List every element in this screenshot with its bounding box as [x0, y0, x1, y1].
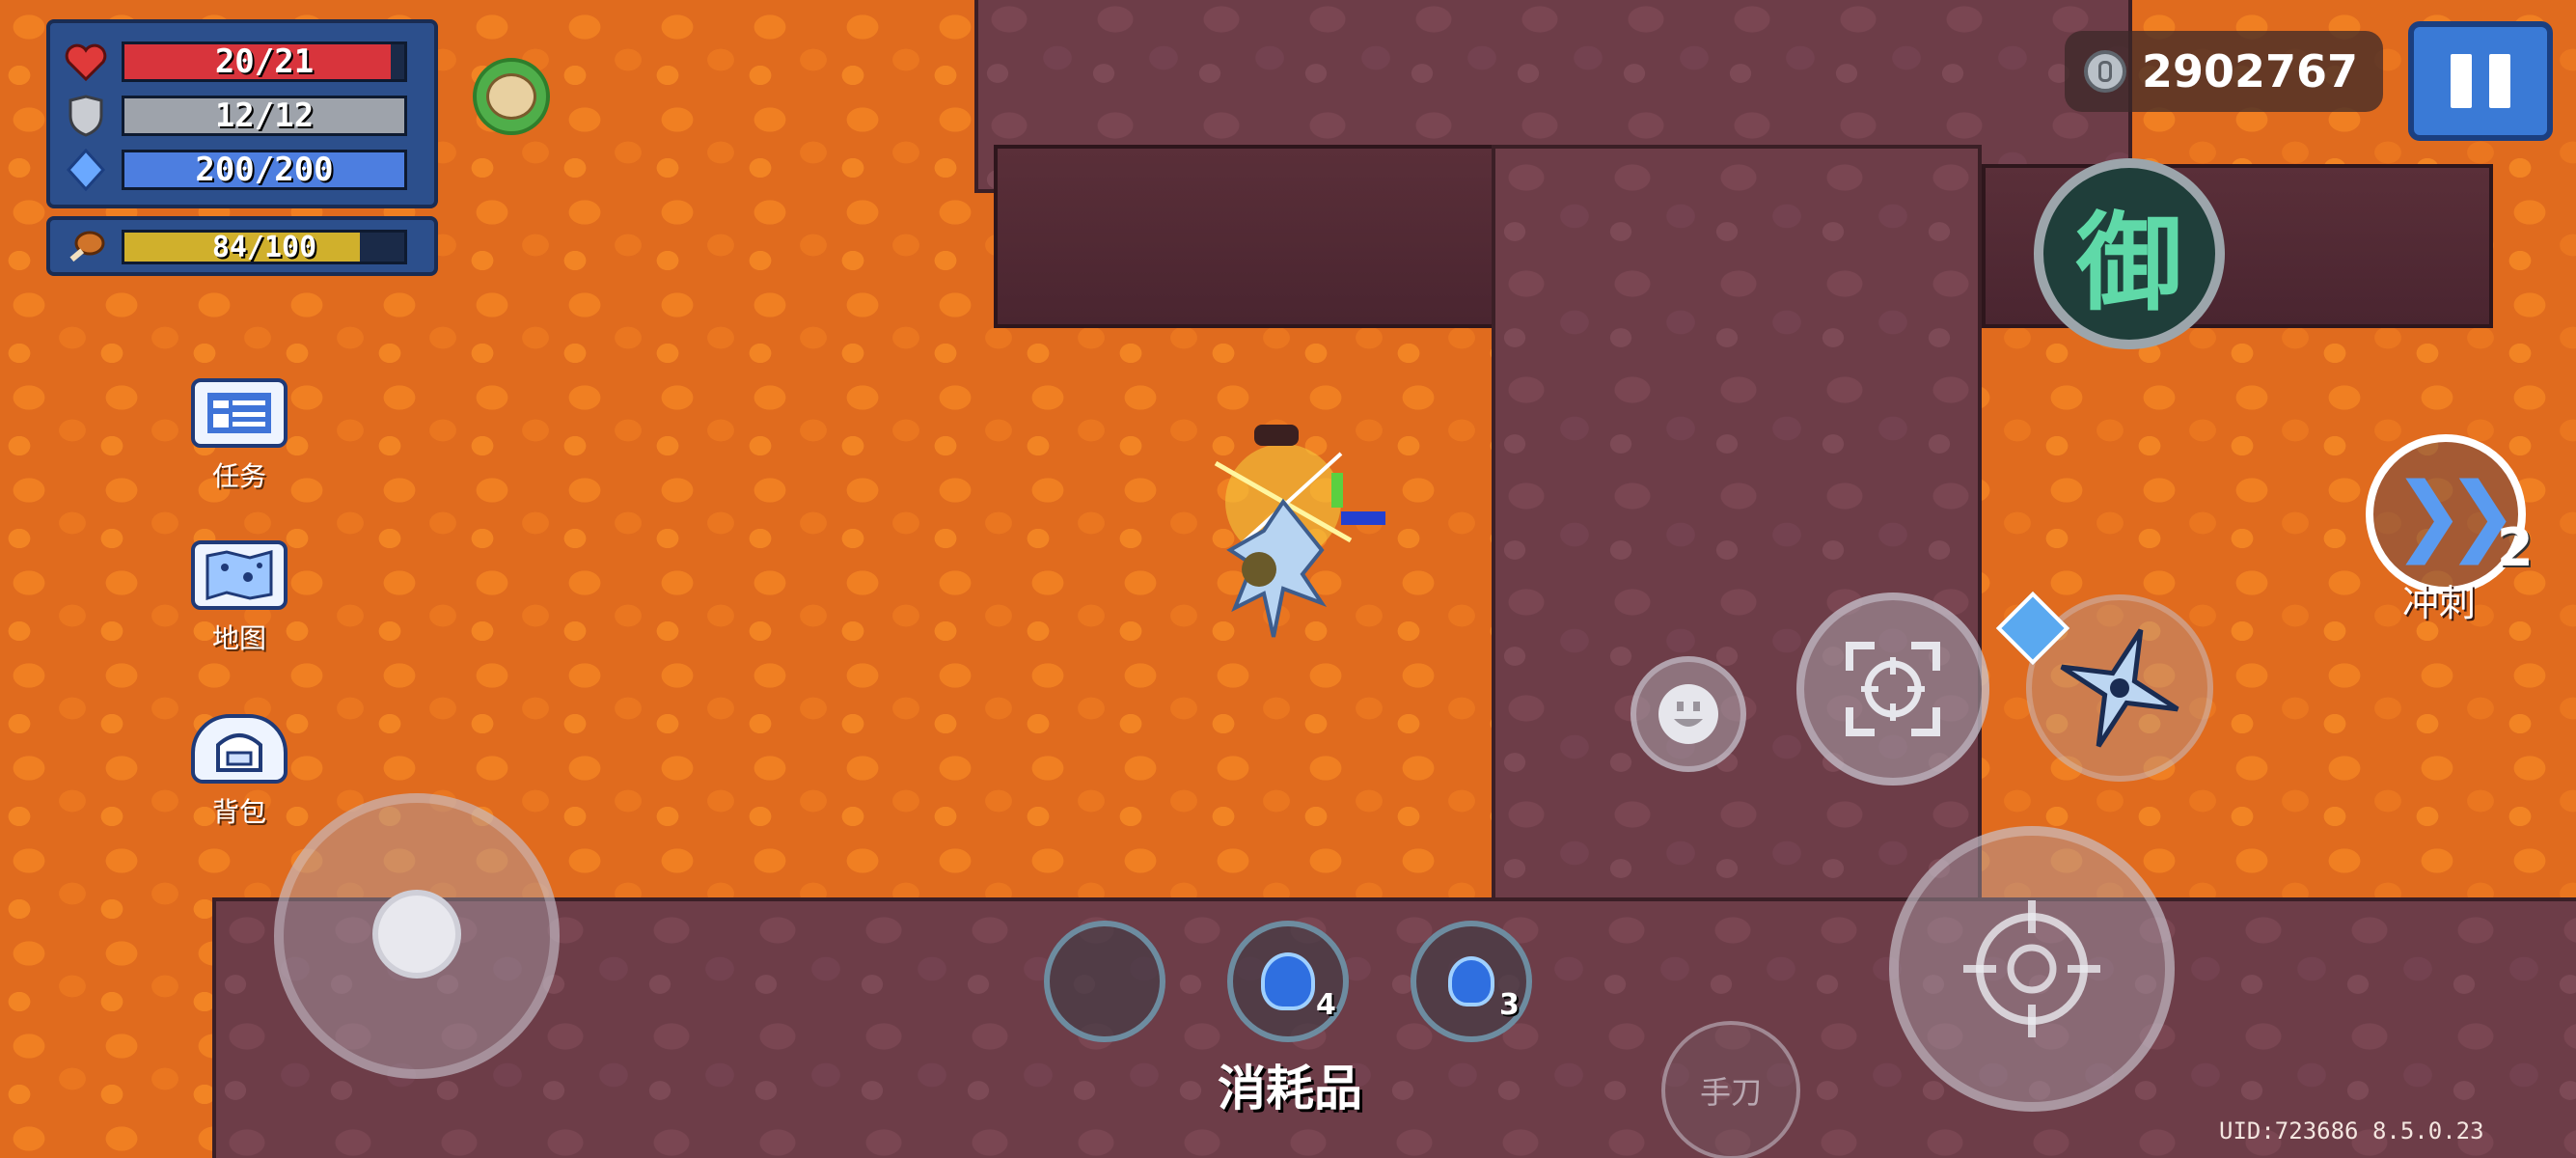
hunger-text: 84/100: [211, 230, 317, 264]
blue-potion-icon: [1261, 952, 1315, 1010]
hp-row: 20/21: [64, 35, 421, 89]
backpack-button[interactable]: 背包: [181, 714, 297, 830]
target-lock-button[interactable]: [1796, 593, 1989, 786]
armor-bar: 12/12: [122, 96, 407, 136]
hunger-row: 84/100: [64, 230, 421, 264]
backpack-label: 背包: [211, 796, 266, 828]
uid-version-text: UID:723686 8.5.0.23: [2219, 1117, 2484, 1144]
heart-icon: [64, 40, 108, 84]
blue-potion-icon: [1448, 956, 1494, 1006]
energy-text: 200/200: [195, 151, 334, 189]
backpack-icon: [191, 714, 288, 784]
explorer-hat-buff-icon: [473, 58, 550, 135]
quest-button[interactable]: 任务: [181, 378, 297, 494]
player-character: [1214, 425, 1385, 638]
dash-charge-count: 2: [2497, 517, 2534, 578]
armor-row: 12/12: [64, 89, 421, 143]
shuriken-weapon-icon: [2060, 628, 2179, 748]
skill-button[interactable]: 御: [2034, 158, 2225, 349]
consumable-slot-2[interactable]: [1227, 921, 1349, 1042]
hp-text: 20/21: [214, 42, 315, 81]
consumable-count-2: 4: [1316, 988, 1336, 1022]
skill-glyph: 御: [2076, 201, 2182, 325]
crosshair-bracket-icon: [1846, 642, 1940, 736]
quest-board-icon: [191, 378, 288, 448]
attack-button[interactable]: [1889, 826, 2175, 1112]
melee-button[interactable]: 手刀: [1661, 1021, 1800, 1158]
currency-display: 2902767: [2065, 31, 2383, 112]
rock-vertical-corridor: [1492, 145, 1982, 917]
joystick-knob[interactable]: [372, 890, 461, 979]
consumable-count-3: 3: [1499, 988, 1520, 1022]
crosshair-icon: [1963, 900, 2100, 1037]
map-icon: [191, 540, 288, 610]
energy-crystal-icon: [64, 148, 108, 192]
double-chevron-icon: ❯❯: [2392, 463, 2519, 565]
smiley-icon: [1658, 684, 1718, 744]
hunger-panel: 84/100: [46, 216, 438, 276]
hp-bar: 20/21: [122, 41, 407, 82]
stat-panel: 20/21 12/12 200/200: [46, 19, 438, 208]
quest-label: 任务: [211, 460, 266, 492]
pause-button[interactable]: [2408, 21, 2553, 141]
meat-drumstick-icon: [64, 225, 108, 269]
melee-label: 手刀: [1699, 1074, 1762, 1111]
consumables-label: 消耗品: [1218, 1061, 1362, 1117]
wall-top-left: [994, 145, 1495, 328]
energy-bar: 200/200: [122, 150, 407, 190]
dash-label: 冲刺: [2402, 582, 2477, 624]
armor-text: 12/12: [214, 96, 315, 135]
emote-button[interactable]: [1631, 656, 1746, 772]
consumable-slot-1[interactable]: [1044, 921, 1165, 1042]
hunger-bar: 84/100: [122, 230, 407, 264]
buff-face: [486, 73, 536, 120]
pause-icon-bar-left: [2451, 54, 2472, 108]
currency-value: 2902767: [2142, 45, 2359, 97]
map-button[interactable]: 地图: [181, 540, 297, 656]
gem-coin-icon: [2084, 50, 2126, 93]
shield-icon: [64, 94, 108, 138]
pause-icon-bar-right: [2489, 54, 2510, 108]
consumable-slot-3[interactable]: [1411, 921, 1532, 1042]
map-label: 地图: [211, 622, 266, 654]
energy-row: 200/200: [64, 143, 421, 197]
